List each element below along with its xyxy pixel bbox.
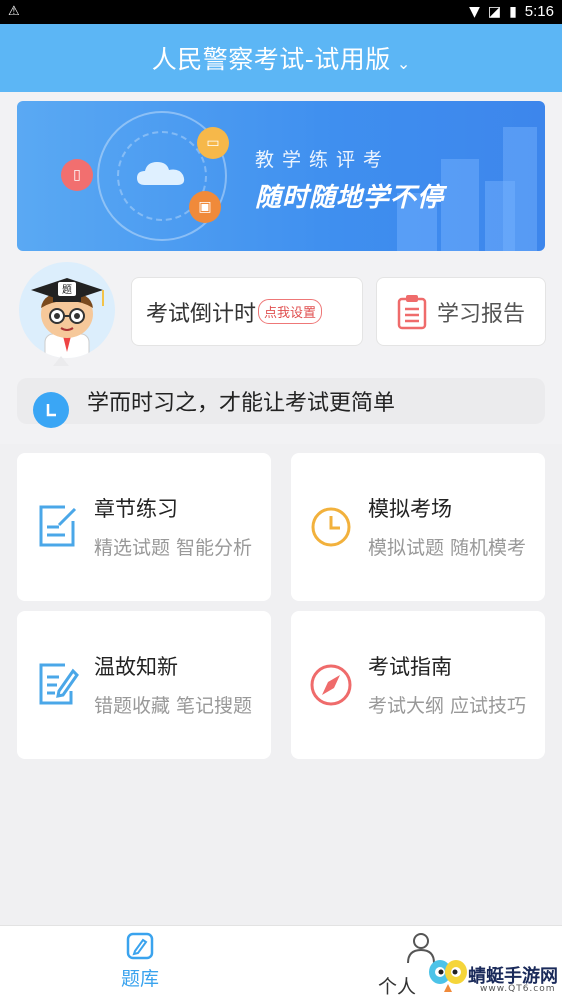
exam-countdown-card[interactable]: 考试倒计时 点我设置 <box>131 277 363 346</box>
tile-subtitle: 错题收藏 笔记搜题 <box>94 695 253 717</box>
tile-review[interactable]: 温故知新 错题收藏 笔记搜题 <box>17 611 271 759</box>
building-decoration <box>441 159 479 251</box>
tile-title: 章节练习 <box>94 497 178 521</box>
set-countdown-button[interactable]: 点我设置 <box>258 299 323 324</box>
motto-bar: 学而时习之，才能让考试更简单 <box>17 378 545 428</box>
svg-text:题: 题 <box>62 284 72 296</box>
monitor-icon: ▭ <box>197 127 229 159</box>
app-header[interactable]: 人民警察考试-试用版 ⌄ <box>0 24 562 92</box>
study-report-card[interactable]: 学习报告 <box>376 277 546 346</box>
dragonfly-logo <box>429 960 467 992</box>
tile-subtitle: 模拟试题 随机模考 <box>368 537 527 559</box>
tile-title: 模拟考场 <box>368 497 452 521</box>
page-title[interactable]: 人民警察考试-试用版 <box>152 40 391 76</box>
compass-icon <box>310 664 352 706</box>
tile-title: 温故知新 <box>94 655 178 679</box>
status-time: 5:16 <box>524 3 554 20</box>
cloud-icon <box>137 162 185 185</box>
tile-title: 考试指南 <box>368 655 452 679</box>
speech-pointer <box>53 356 69 366</box>
motto-text: 学而时习之，才能让考试更简单 <box>87 391 396 416</box>
banner-tagline-big: 随时随地学不停 <box>255 183 445 213</box>
clipboard-icon <box>397 294 427 329</box>
tile-chapter-practice[interactable]: 章节练习 精选试题 智能分析 <box>17 453 271 601</box>
status-icons: ▼ ◪ ▮ 5:16 <box>469 3 554 20</box>
nav-question-bank[interactable]: 题库 <box>108 932 172 996</box>
nav-bank-label: 题库 <box>120 968 159 990</box>
watermark-url: www.QT6.com <box>480 984 556 994</box>
nav-me-label: 个人 <box>378 976 417 998</box>
pencil-book-icon <box>126 932 154 960</box>
screen-icon: ▣ <box>189 191 221 223</box>
avatar[interactable]: 题 <box>19 262 115 358</box>
building-decoration <box>503 127 537 251</box>
clock-icon <box>311 507 351 547</box>
doctor-avatar-icon: 题 <box>31 278 104 358</box>
clock-icon <box>33 392 69 428</box>
status-bar: ⚠ ▼ ◪ ▮ 5:16 <box>0 0 562 24</box>
tile-subtitle: 精选试题 智能分析 <box>94 537 253 559</box>
countdown-label: 考试倒计时 <box>146 301 257 327</box>
tile-subtitle: 考试大纲 应试技巧 <box>368 695 527 717</box>
no-signal-icon: ◪ <box>487 3 502 20</box>
wifi-icon: ▼ <box>469 3 480 20</box>
chapter-icon <box>39 505 77 547</box>
notification-icon: ⚠ <box>8 4 20 19</box>
watermark: 蜻蜓手游网 www.QT6.com <box>420 936 560 996</box>
battery-icon: ▮ <box>509 3 517 20</box>
chevron-down-icon[interactable]: ⌄ <box>397 54 410 73</box>
tile-exam-guide[interactable]: 考试指南 考试大纲 应试技巧 <box>291 611 545 759</box>
promo-banner[interactable]: ▯ ▭ ▣ 教学练评考 随时随地学不停 <box>17 101 545 251</box>
banner-tagline-small: 教学练评考 <box>255 149 391 171</box>
report-label: 学习报告 <box>437 301 526 327</box>
tablet-icon: ▯ <box>61 159 93 191</box>
tile-mock-exam[interactable]: 模拟考场 模拟试题 随机模考 <box>291 453 545 601</box>
notes-icon <box>39 663 79 705</box>
